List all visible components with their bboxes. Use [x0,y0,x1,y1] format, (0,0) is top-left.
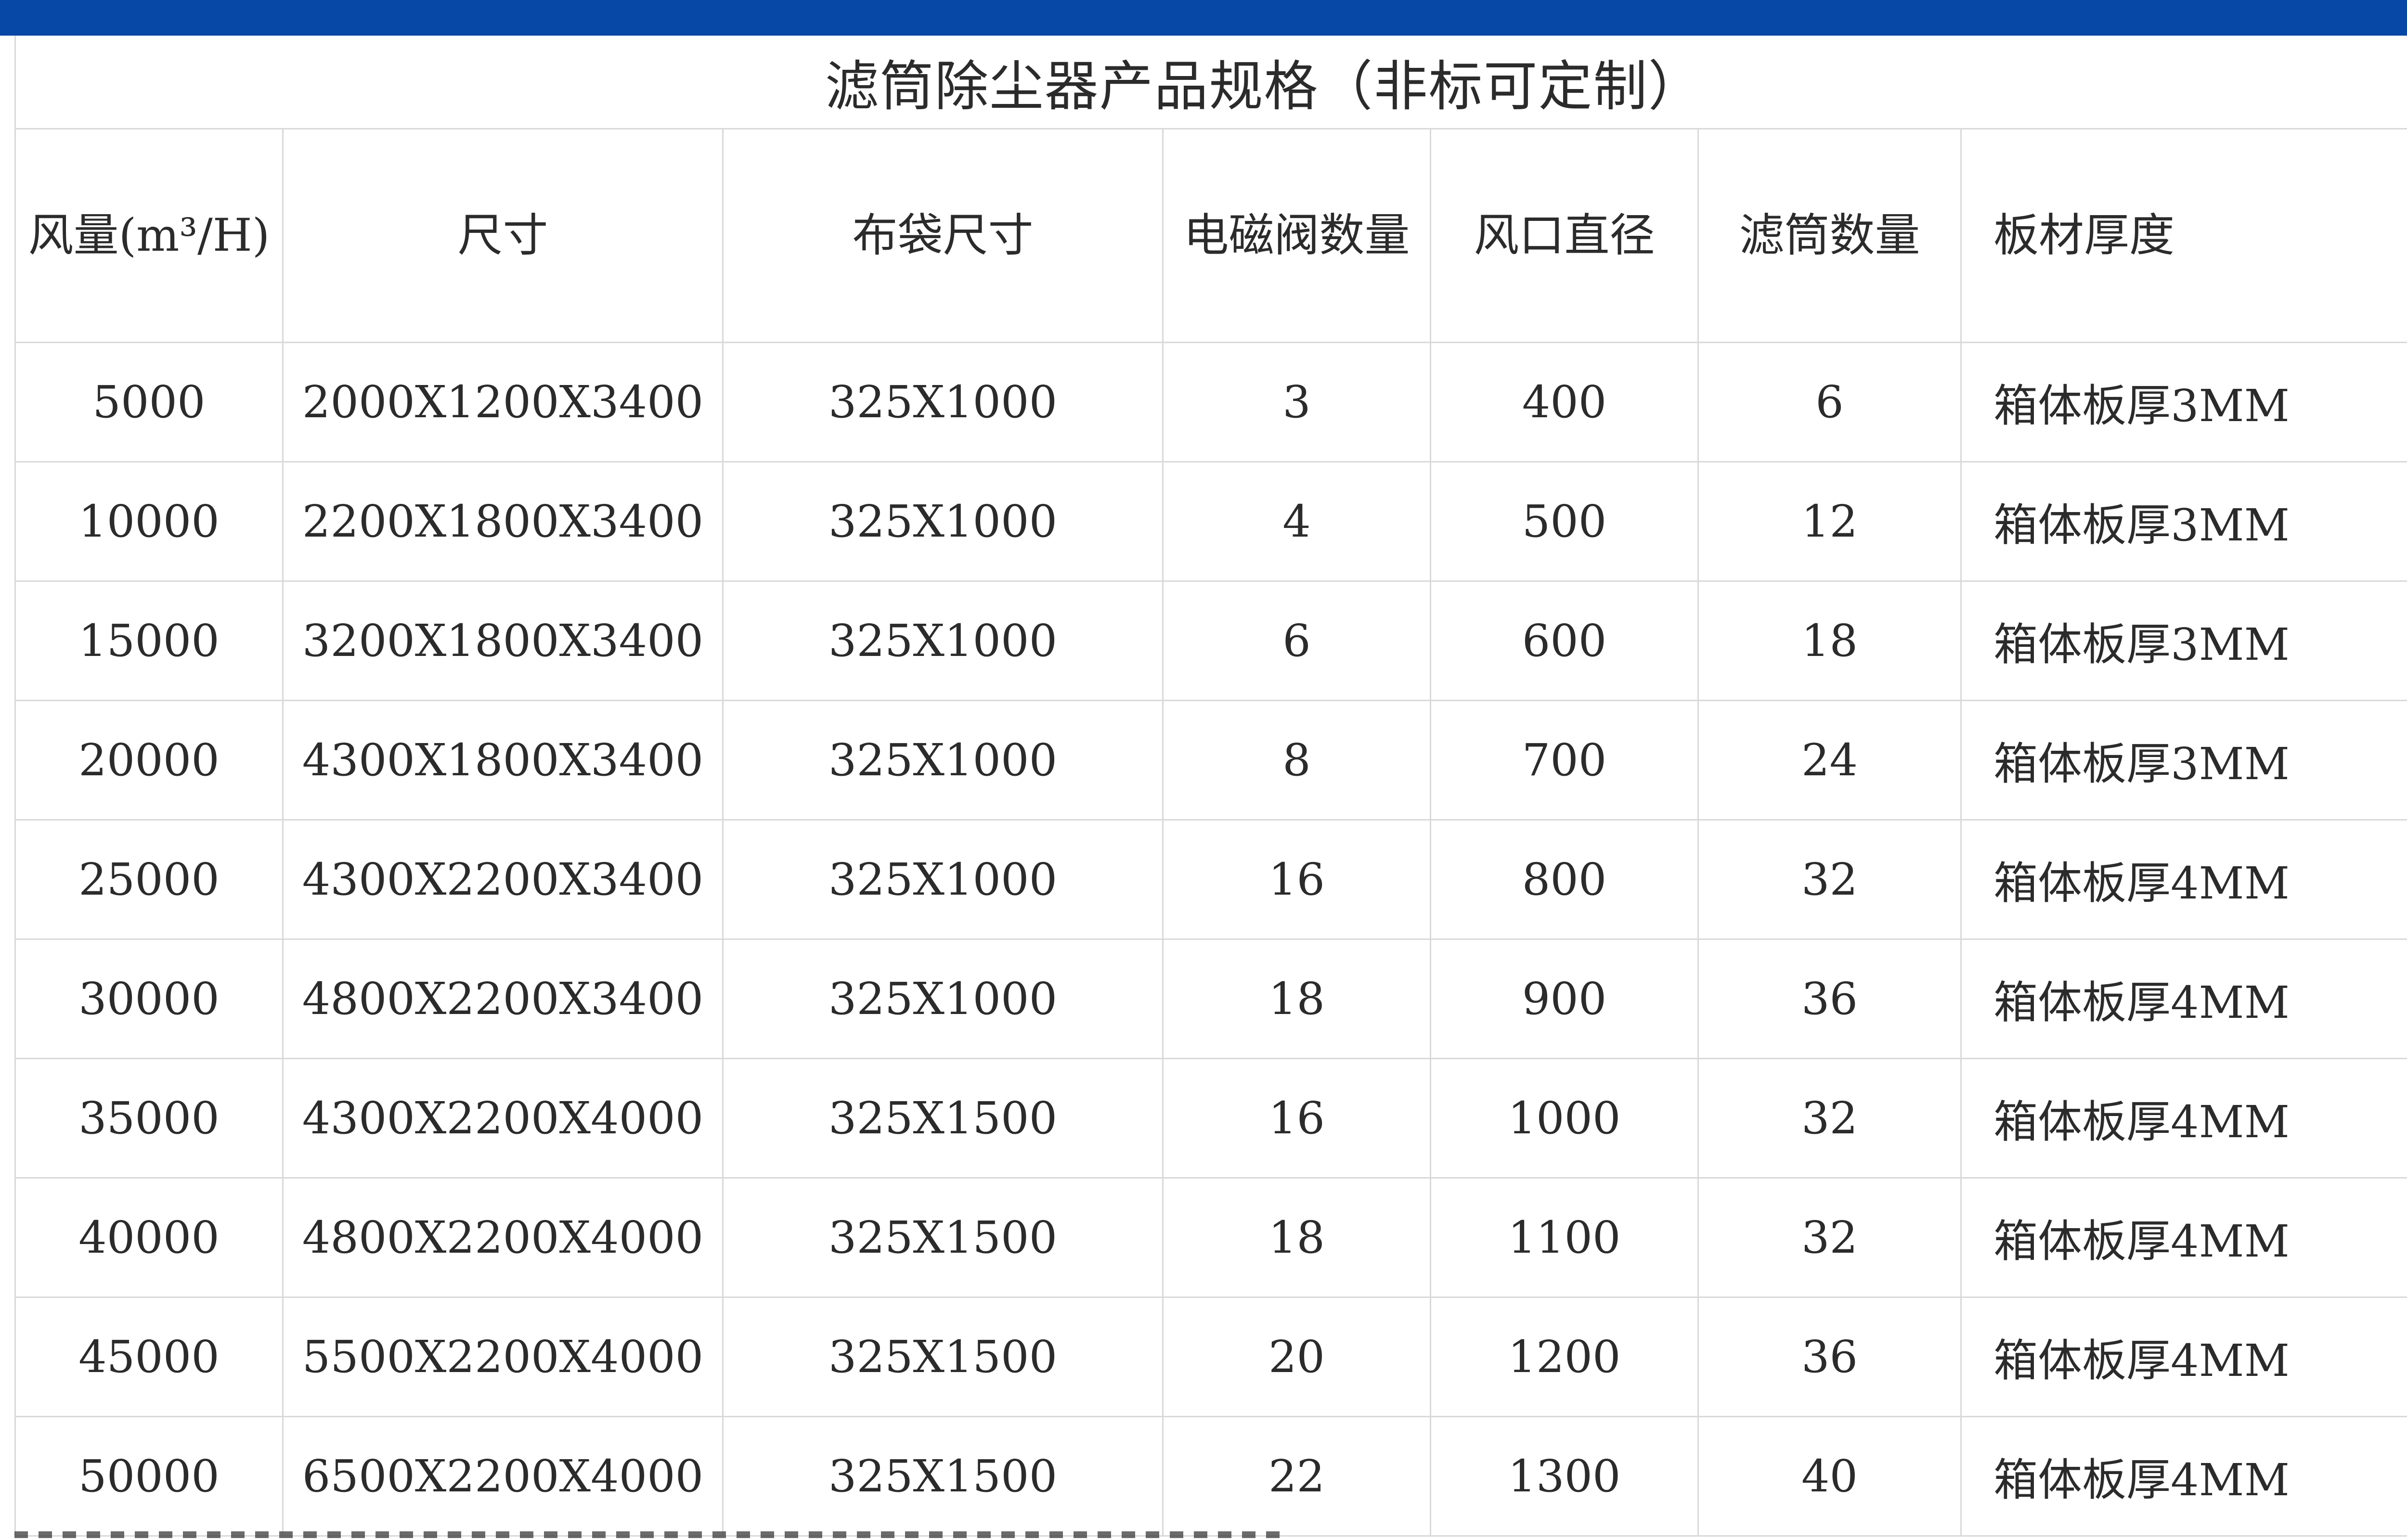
cell-bag-size: 325X1500 [722,1296,1164,1417]
cell-valve-count: 4 [1162,461,1431,582]
cell-plate-thickness: 箱体板厚4MM [1960,819,2407,940]
cell-outlet-diameter: 400 [1430,342,1699,462]
cell-filter-count: 32 [1697,819,1962,940]
table-row: 20000 4300X1800X3400 325X1000 8 700 24 箱体板厚3MM [14,700,2407,821]
cell-plate-thickness: 箱体板厚4MM [1960,938,2407,1059]
cell-plate-thickness: 箱体板厚3MM [1960,342,2407,462]
header-outlet-diameter: 风口直径 [1430,128,1699,343]
cell-plate-thickness: 箱体板厚4MM [1960,1177,2407,1298]
cell-airflow: 20000 [14,700,284,821]
cell-bag-size: 325X1000 [722,938,1164,1059]
cell-filter-count: 40 [1697,1416,1962,1537]
header-valve-count: 电磁阀数量 [1162,128,1431,343]
cell-plate-thickness: 箱体板厚3MM [1960,461,2407,582]
cell-size: 4300X2200X3400 [282,819,724,940]
cell-plate-thickness: 箱体板厚4MM [1960,1296,2407,1417]
cell-filter-count: 36 [1697,938,1962,1059]
cell-outlet-diameter: 900 [1430,938,1699,1059]
table-title: 滤筒除尘器产品规格（非标可定制） [14,36,2407,129]
cell-outlet-diameter: 600 [1430,580,1699,701]
cell-plate-thickness: 箱体板厚3MM [1960,580,2407,701]
table-row: 10000 2200X1800X3400 325X1000 4 500 12 箱体板厚3MM [14,461,2407,582]
header-airflow: 风量(m³/H) [14,128,284,343]
cell-plate-thickness: 箱体板厚4MM [1960,1058,2407,1179]
cell-bag-size: 325X1000 [722,700,1164,821]
cell-valve-count: 16 [1162,1058,1431,1179]
cell-valve-count: 18 [1162,1177,1431,1298]
title-row: 滤筒除尘器产品规格（非标可定制） [14,36,2407,129]
cell-filter-count: 6 [1697,342,1962,462]
cell-size: 2200X1800X3400 [282,461,724,582]
cell-bag-size: 325X1500 [722,1416,1164,1537]
cell-bag-size: 325X1000 [722,342,1164,462]
header-bag-size: 布袋尺寸 [722,128,1164,343]
cell-airflow: 35000 [14,1058,284,1179]
bottom-cropped-text [14,1531,1290,1538]
cell-valve-count: 20 [1162,1296,1431,1417]
cell-airflow: 10000 [14,461,284,582]
table-row: 40000 4800X2200X4000 325X1500 18 1100 32 箱体板厚4… [14,1177,2407,1298]
table-row: 50000 6500X2200X4000 325X1500 22 1300 40 箱体板厚4… [14,1416,2407,1537]
cell-plate-thickness: 箱体板厚4MM [1960,1416,2407,1537]
cell-outlet-diameter: 500 [1430,461,1699,582]
bottom-cropped-text-mark [14,1531,1290,1538]
header-plate-thickness: 板材厚度 [1960,128,2407,343]
cell-outlet-diameter: 1200 [1430,1296,1699,1417]
table-row: 30000 4800X2200X3400 325X1000 18 900 36 箱体板厚4M… [14,938,2407,1059]
cell-size: 5500X2200X4000 [282,1296,724,1417]
cell-airflow: 50000 [14,1416,284,1537]
cell-outlet-diameter: 1100 [1430,1177,1699,1298]
cell-size: 3200X1800X3400 [282,580,724,701]
cell-valve-count: 16 [1162,819,1431,940]
header-filter-count: 滤筒数量 [1697,128,1962,343]
cell-valve-count: 3 [1162,342,1431,462]
cell-outlet-diameter: 700 [1430,700,1699,821]
cell-airflow: 5000 [14,342,284,462]
cell-outlet-diameter: 1300 [1430,1416,1699,1537]
cell-size: 2000X1200X3400 [282,342,724,462]
cell-size: 4800X2200X4000 [282,1177,724,1298]
cell-size: 6500X2200X4000 [282,1416,724,1537]
cell-bag-size: 325X1000 [722,819,1164,940]
header-size: 尺寸 [282,128,724,343]
cell-airflow: 45000 [14,1296,284,1417]
cell-size: 4300X2200X4000 [282,1058,724,1179]
cell-valve-count: 8 [1162,700,1431,821]
cell-filter-count: 32 [1697,1058,1962,1179]
top-banner-bar [0,0,2407,36]
cell-valve-count: 22 [1162,1416,1431,1537]
cell-airflow: 40000 [14,1177,284,1298]
cell-filter-count: 36 [1697,1296,1962,1417]
cell-valve-count: 6 [1162,580,1431,701]
cell-plate-thickness: 箱体板厚3MM [1960,700,2407,821]
cell-valve-count: 18 [1162,938,1431,1059]
cell-airflow: 30000 [14,938,284,1059]
cell-airflow: 25000 [14,819,284,940]
cell-filter-count: 24 [1697,700,1962,821]
product-spec-table: 滤筒除尘器产品规格（非标可定制） 风量(m³/H) 尺寸 布袋尺寸 电磁阀数量 … [14,36,2407,1537]
cell-bag-size: 325X1500 [722,1058,1164,1179]
cell-airflow: 15000 [14,580,284,701]
cell-filter-count: 12 [1697,461,1962,582]
cell-bag-size: 325X1000 [722,461,1164,582]
cell-filter-count: 18 [1697,580,1962,701]
cell-bag-size: 325X1000 [722,580,1164,701]
cell-outlet-diameter: 1000 [1430,1058,1699,1179]
cell-size: 4300X1800X3400 [282,700,724,821]
cell-size: 4800X2200X3400 [282,938,724,1059]
cell-bag-size: 325X1500 [722,1177,1164,1298]
cell-outlet-diameter: 800 [1430,819,1699,940]
table-row: 15000 3200X1800X3400 325X1000 6 600 18 箱体板厚3MM [14,580,2407,701]
table-row: 5000 2000X1200X3400 325X1000 3 400 6 箱体板厚3MM [14,342,2407,462]
table-row: 35000 4300X2200X4000 325X1500 16 1000 32 箱体板厚4… [14,1058,2407,1179]
header-row: 风量(m³/H) 尺寸 布袋尺寸 电磁阀数量 风口直径 滤筒数量 板材厚度 [14,128,2407,343]
cell-filter-count: 32 [1697,1177,1962,1298]
table-row: 45000 5500X2200X4000 325X1500 20 1200 36 箱体板厚4… [14,1296,2407,1417]
table-row: 25000 4300X2200X3400 325X1000 16 800 32 箱体板厚4M… [14,819,2407,940]
